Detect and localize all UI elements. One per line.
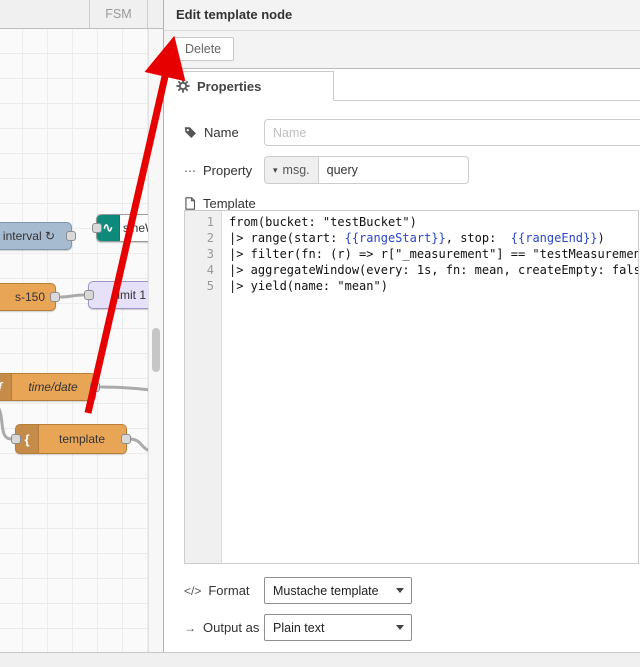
format-select[interactable]: Mustache template [264, 577, 412, 604]
format-select-wrap: Mustache template [264, 577, 412, 604]
flow-node-template[interactable]: {template [11, 424, 131, 454]
output-select[interactable]: Plain text [264, 614, 412, 641]
file-icon [185, 197, 196, 210]
node-label: interval ↻ [2, 229, 55, 243]
edit-dialog: Edit template node Delete Properties Nam… [163, 0, 640, 652]
code-line: |> filter(fn: (r) => r["_measurement"] =… [229, 247, 639, 261]
mustache-token: {{rangeStart}} [344, 231, 446, 245]
ellipsis-icon: ⋯ [184, 163, 196, 178]
code-icon: </> [184, 583, 202, 598]
node-label: time/date [28, 380, 78, 394]
gear-icon [176, 79, 190, 93]
node-port-right[interactable] [90, 382, 100, 392]
template-code-editor[interactable]: 1 2 3 4 5 from(bucket: "testBucket") |> range… [184, 210, 639, 564]
code-line: |> yield(name: "mean") [229, 279, 388, 293]
tab-properties[interactable]: Properties [164, 71, 334, 101]
property-type-label: msg. [282, 163, 310, 177]
code-line: from(bucket: "testBucket") [229, 215, 417, 229]
line-number: 4 [206, 263, 214, 277]
node-port-left[interactable] [11, 434, 21, 444]
code-line: |> aggregateWindow(every: 1s, fn: mean, … [229, 263, 639, 277]
output-label: → Output as [184, 620, 260, 635]
code-line: |> range(start: {{rangeStart}}, stop: {{… [229, 231, 605, 245]
flow-node-sinewave[interactable]: ∿sineWave [92, 214, 148, 242]
flow-canvas[interactable]: interval ↻ ∿sineWave s-150 limit 1 msg/s fti… [0, 0, 148, 652]
property-label: ⋯ Property [184, 163, 253, 178]
mustache-token: {{rangeEnd}} [510, 231, 598, 245]
dialog-title: Edit template node [164, 0, 640, 31]
node-label: s-150 [14, 290, 45, 304]
flow-node-timedate[interactable]: ftime/date [0, 373, 100, 401]
status-footer [0, 652, 640, 667]
code-content[interactable]: from(bucket: "testBucket") |> range(start… [222, 211, 639, 563]
code-gutter: 1 2 3 4 5 [185, 211, 222, 563]
property-type-button[interactable]: ▾ msg. [264, 156, 319, 184]
node-label: sineWave [123, 221, 148, 235]
arrow-right-icon: → [184, 620, 196, 635]
dialog-toolbar: Delete [164, 31, 640, 69]
canvas-scrollbar-thumb[interactable] [152, 328, 160, 372]
node-label: limit 1 msg/s [114, 288, 148, 302]
line-number: 5 [206, 279, 214, 293]
node-label: template [58, 432, 106, 446]
node-port-right[interactable] [66, 231, 76, 241]
delete-button[interactable]: Delete [172, 37, 235, 61]
property-typed-input: ▾ msg. [264, 156, 469, 184]
flow-node-s150[interactable]: s-150 [0, 283, 60, 311]
workspace-tab-fsm[interactable]: FSM [89, 0, 148, 28]
tag-icon [184, 127, 196, 138]
node-port-left[interactable] [84, 290, 94, 300]
output-select-wrap: Plain text [264, 614, 412, 641]
node-layer: interval ↻ ∿sineWave s-150 limit 1 msg/s fti… [0, 0, 148, 652]
flow-node-limit[interactable]: limit 1 msg/s [84, 281, 148, 309]
tab-properties-label: Properties [197, 78, 262, 94]
template-label: Template [184, 196, 256, 211]
line-number: 1 [206, 215, 214, 229]
line-number: 2 [206, 231, 214, 245]
name-label: Name [184, 125, 239, 140]
chevron-down-icon: ▾ [273, 164, 278, 175]
node-port-left[interactable] [92, 223, 102, 233]
format-label: </> Format [184, 583, 250, 598]
node-port-right[interactable] [121, 434, 131, 444]
property-input[interactable] [318, 156, 469, 184]
workspace-tab-bar: FSM [0, 0, 163, 29]
node-port-right[interactable] [50, 292, 60, 302]
editor-tabs: Properties [164, 71, 640, 101]
name-input[interactable] [264, 119, 640, 146]
line-number: 3 [206, 247, 214, 261]
flow-node-interval[interactable]: interval ↻ [0, 222, 76, 250]
canvas-scrollbar[interactable] [148, 28, 164, 652]
